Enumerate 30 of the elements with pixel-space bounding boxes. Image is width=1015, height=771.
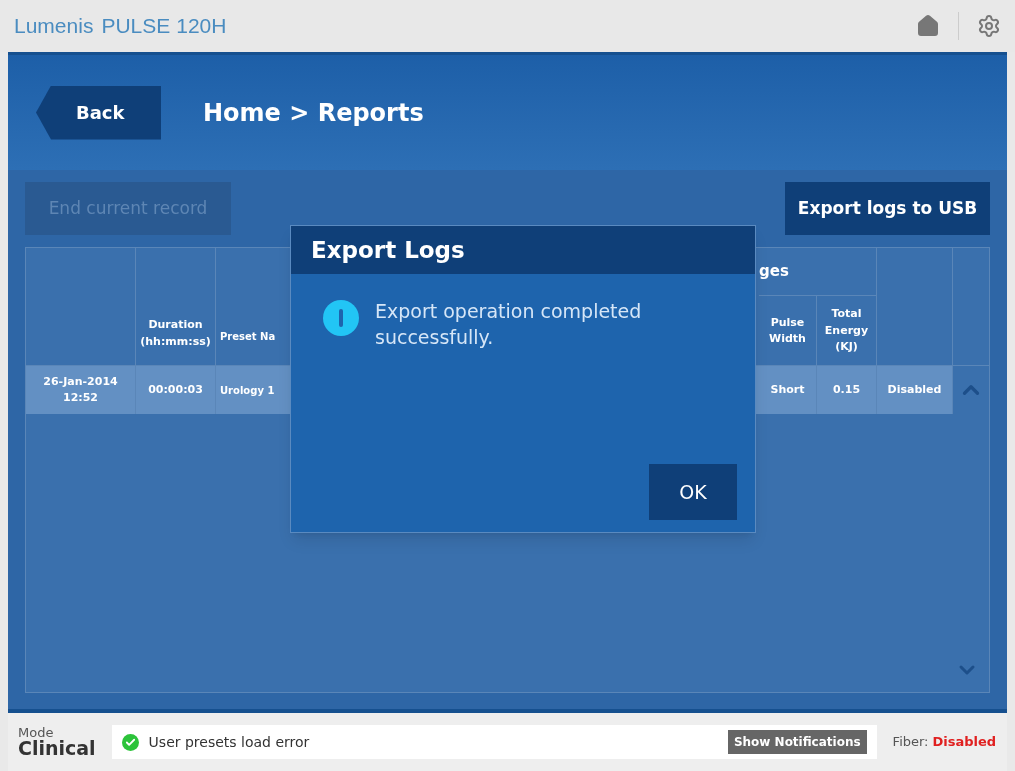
table-cell-text: Urology 1	[220, 383, 275, 398]
mode-label: Mode	[18, 726, 55, 739]
check-icon	[121, 733, 139, 751]
breadcrumb: Home > Reports	[203, 97, 424, 129]
product-name: PULSE	[101, 13, 171, 40]
show-notifications-button[interactable]: Show Notifications	[727, 730, 867, 754]
group-header: ges	[759, 261, 789, 283]
column-header: Total Energy (KJ)	[823, 306, 870, 356]
model-name: 120H	[176, 13, 227, 40]
table-cell-text: Disabled	[887, 381, 942, 398]
table-cell-text: 00:00:03	[148, 381, 203, 398]
export-button[interactable]: Export logs to USB	[785, 182, 990, 235]
table-cell-text: Short	[770, 381, 805, 398]
ok-button[interactable]: OK	[649, 464, 737, 520]
info-icon	[323, 300, 359, 336]
home-icon[interactable]	[916, 14, 940, 38]
fiber-value: Disabled	[932, 733, 997, 752]
table-cell-text: 0.15	[832, 381, 861, 398]
brand-name: Lumenis	[14, 13, 94, 40]
notification-text: User presets load error	[148, 732, 310, 752]
column-header: Preset Na	[220, 330, 276, 344]
column-header: Duration (hh:mm:ss)	[139, 317, 212, 350]
settings-icon[interactable]	[977, 14, 1001, 38]
back-button[interactable]: Back	[36, 85, 161, 140]
column-header: Pulse Width	[768, 314, 807, 347]
dialog-title: Export Logs	[311, 235, 465, 265]
mode-value: Clinical	[18, 739, 96, 758]
dialog-message: Export operation completed successfully.	[375, 299, 643, 350]
table-cell-text: 26-Jan-2014 12:52	[42, 373, 119, 406]
fiber-label: Fiber:	[892, 733, 929, 752]
